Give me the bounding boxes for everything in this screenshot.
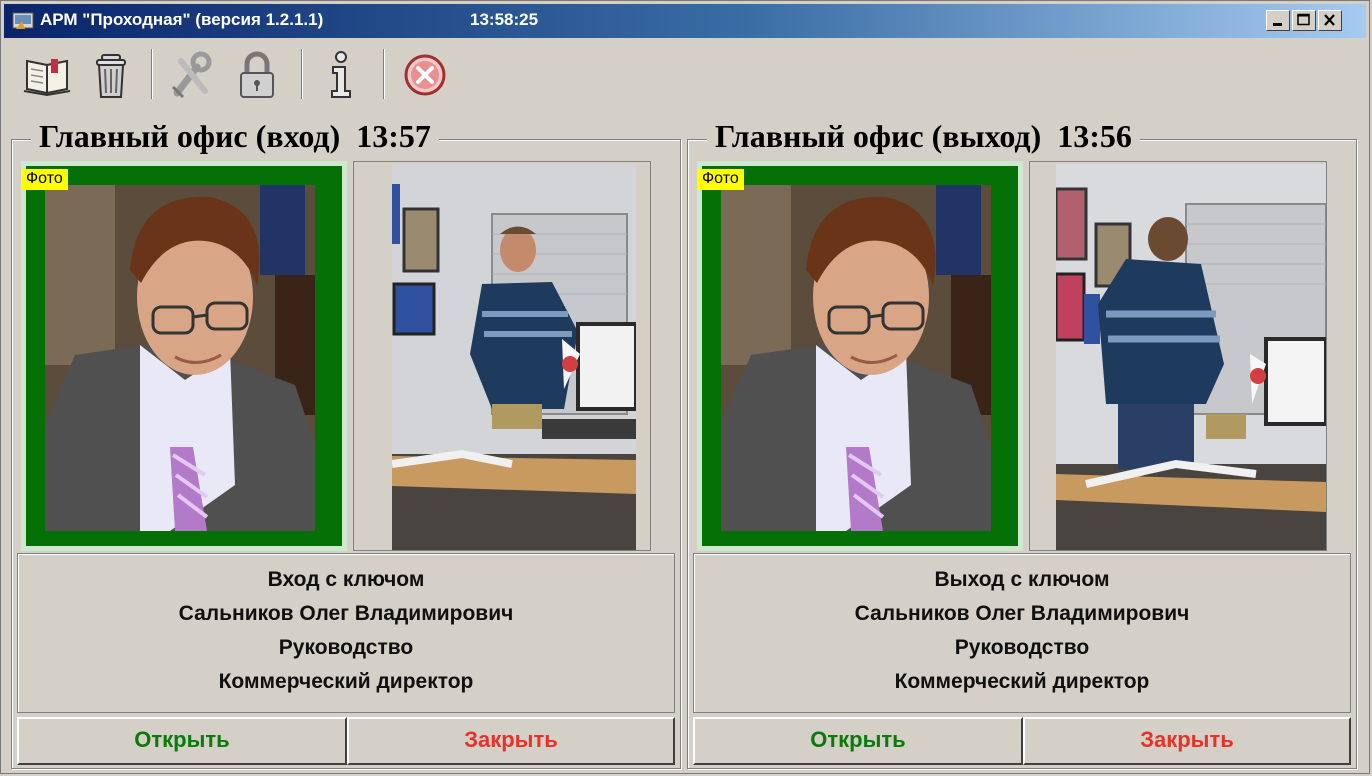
photo-label: Фото [21,169,68,190]
close-button[interactable]: Закрыть [347,717,675,765]
book-icon [23,59,71,97]
exit-button[interactable] [397,47,453,101]
window-title: АРМ "Проходная" (версия 1.2.1.1) [40,10,324,29]
maximize-button[interactable] [1292,10,1316,31]
toolbar-separator [301,49,303,99]
delete-button[interactable] [83,47,139,101]
employee-photo [45,185,315,531]
employee-department: Руководство [954,636,1090,659]
minimize-icon [1273,23,1282,26]
employee-photo [721,185,991,531]
trash-icon [96,54,126,98]
app-window: АРМ "Проходная" (версия 1.2.1.1) 13:58:2… [0,0,1370,774]
camera-frame [1029,161,1327,551]
open-button[interactable]: Открыть [17,717,347,765]
journal-button[interactable] [19,47,75,101]
title-bar[interactable]: АРМ "Проходная" (версия 1.2.1.1) 13:58:2… [4,4,1366,38]
employee-name: Сальников Олег Владимирович [178,602,514,625]
camera-snapshot [392,164,636,550]
event-info: Вход с ключом Сальников Олег Владимирови… [17,553,675,713]
about-button[interactable] [313,47,369,101]
exit-panel-title: Главный офис (выход) 13:56 [707,120,1140,152]
stop-icon [404,54,446,96]
settings-button[interactable] [163,47,219,101]
employee-position: Коммерческий директор [218,670,474,693]
toolbar [11,43,531,107]
employee-photo-area: Фото [697,161,1023,551]
photo-label: Фото [697,169,744,190]
info-icon [331,51,351,98]
employee-department: Руководство [278,636,414,659]
camera-frame [353,161,651,551]
open-button[interactable]: Открыть [693,717,1023,765]
lock-icon [240,51,274,98]
window-clock: 13:58:25 [470,10,539,29]
close-button[interactable]: Закрыть [1023,717,1351,765]
employee-photo-area: Фото [21,161,347,551]
employee-position: Коммерческий директор [894,670,1150,693]
employee-name: Сальников Олег Владимирович [854,602,1190,625]
maximize-icon [1297,13,1310,26]
toolbar-separator [151,49,153,99]
event-type: Вход с ключом [267,568,425,591]
minimize-button[interactable] [1266,10,1290,31]
exit-panel: Главный офис (выход) 13:56 Фото Выход с … [687,120,1357,771]
close-icon [1324,14,1335,26]
close-window-button[interactable] [1318,10,1342,31]
event-info: Выход с ключом Сальников Олег Владимиров… [693,553,1351,713]
entry-panel: Главный офис (вход) 13:57 Фото Вход с кл… [11,120,681,771]
event-type: Выход с ключом [934,568,1110,591]
toolbar-separator [383,49,385,99]
camera-snapshot [1056,164,1326,550]
tools-icon [171,51,212,99]
lock-button[interactable] [229,47,285,101]
entry-panel-title: Главный офис (вход) 13:57 [31,120,439,152]
app-icon [12,12,34,29]
